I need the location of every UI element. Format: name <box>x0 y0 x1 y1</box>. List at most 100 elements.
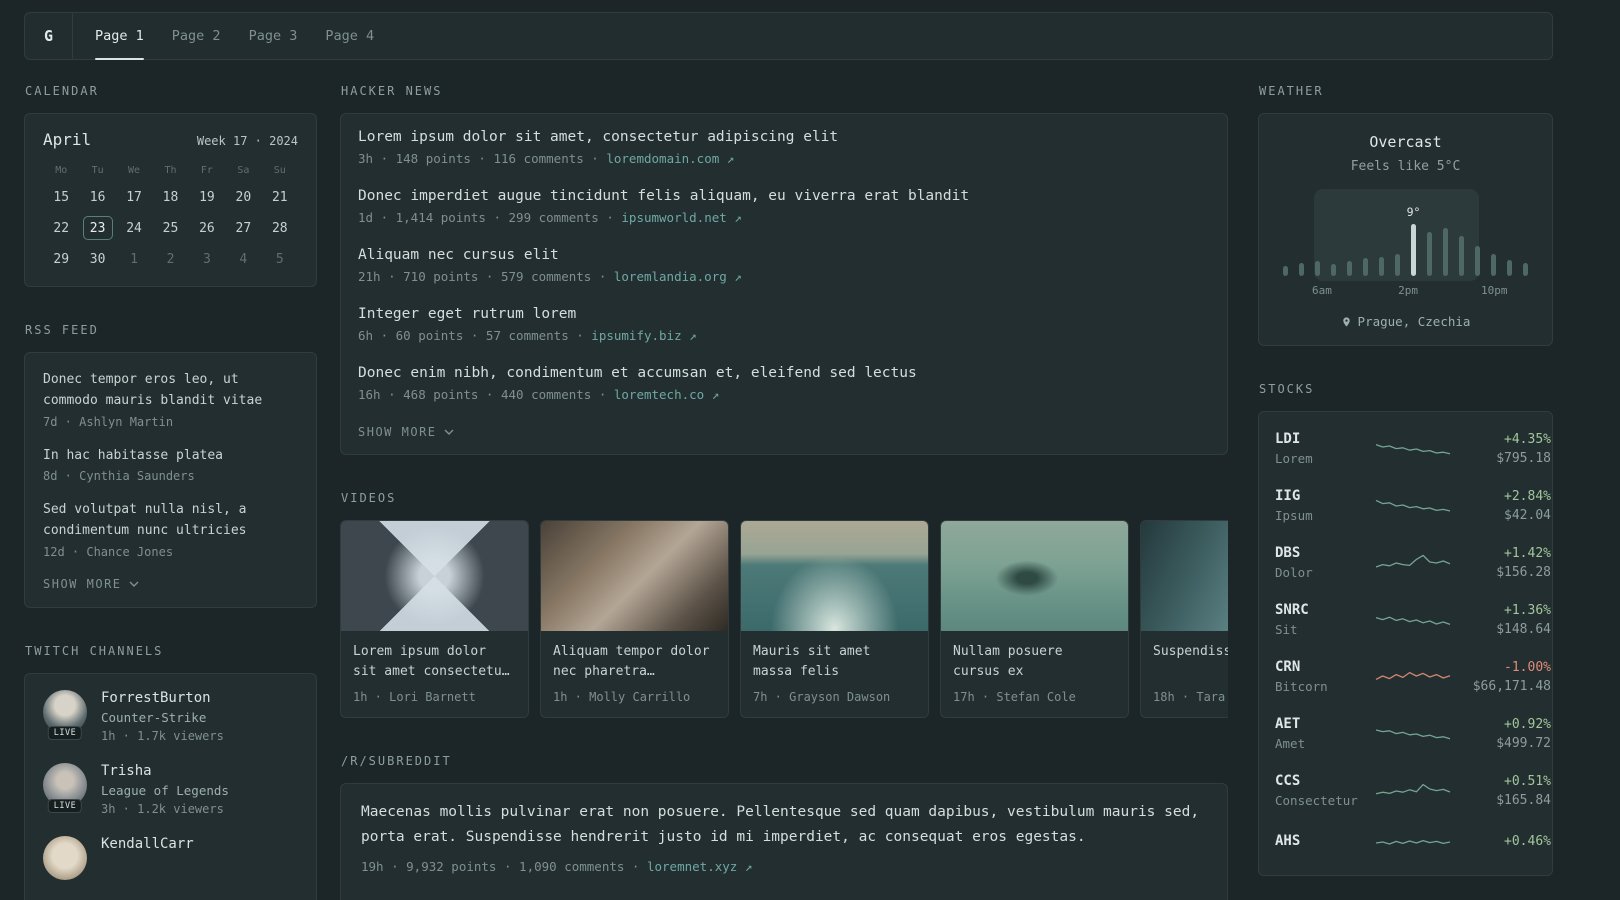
channel-info: Trisha League of Legends 3h · 1.2k viewers <box>101 763 229 816</box>
tab-page-3[interactable]: Page 3 <box>249 13 298 59</box>
stock-symbol[interactable]: AHS <box>1275 833 1375 849</box>
calendar-day[interactable]: 27 <box>228 216 258 240</box>
stock-symbol[interactable]: LDI <box>1275 431 1375 447</box>
calendar-day[interactable]: 1 <box>119 247 149 271</box>
twitch-channel[interactable]: LIVE Trisha League of Legends 3h · 1.2k vie… <box>43 762 298 816</box>
stock-symbol[interactable]: IIG <box>1275 488 1375 504</box>
tab-page-2[interactable]: Page 2 <box>172 13 221 59</box>
calendar-day[interactable]: 21 <box>265 185 295 209</box>
video-thumbnail[interactable] <box>541 521 728 631</box>
calendar-day[interactable]: 30 <box>83 247 113 271</box>
calendar-day[interactable]: 28 <box>265 216 295 240</box>
stock-row[interactable]: IIG Ipsum +2.84% $42.04 <box>1275 477 1551 534</box>
post-domain-link[interactable]: loremlandia.org ↗ <box>614 269 742 284</box>
weather-bar-column <box>1293 263 1309 276</box>
channel-name[interactable]: Trisha <box>101 763 229 779</box>
post-title[interactable]: Maecenas mollis pulvinar erat non posuer… <box>361 800 1207 851</box>
calendar-weekdays: Mo Tu We Th Fr Sa Su <box>43 165 298 176</box>
video-body: Nullam posuere cursus ex 17h · Stefan Col… <box>941 631 1128 717</box>
calendar-day[interactable]: 29 <box>46 247 76 271</box>
rss-item-title[interactable]: Sed volutpat nulla nisl, a condimentum n… <box>43 500 298 542</box>
calendar-day[interactable]: 5 <box>265 247 295 271</box>
stock-row[interactable]: CRN Bitcorn -1.00% $66,171.48 <box>1275 648 1551 705</box>
stock-row[interactable]: AHS +0.46% <box>1275 819 1551 867</box>
weather-bar-column <box>1486 254 1502 276</box>
calendar-day[interactable]: 3 <box>192 247 222 271</box>
calendar-day[interactable]: 19 <box>192 185 222 209</box>
calendar-month: April <box>43 130 92 149</box>
rss-item[interactable]: Donec tempor eros leo, ut commodo mauris… <box>43 370 298 429</box>
twitch-channel[interactable]: KendallCarr <box>43 835 298 880</box>
post-domain-link[interactable]: loremnet.xyz ↗ <box>647 859 752 874</box>
channel-name[interactable]: KendallCarr <box>101 836 194 852</box>
post-title[interactable]: Integer eget rutrum lorem <box>358 306 1210 322</box>
rss-item-title[interactable]: In hac habitasse platea <box>43 446 298 467</box>
video-title[interactable]: Nullam posuere cursus ex <box>953 642 1116 683</box>
video-thumbnail[interactable] <box>1141 521 1228 631</box>
video-card[interactable]: Aliquam tempor dolor nec pharetra… 1h · M… <box>540 520 729 718</box>
video-card[interactable]: Mauris sit amet massa felis 7h · Grayson … <box>740 520 929 718</box>
twitch-channel[interactable]: LIVE ForrestBurton Counter-Strike 1h · 1.7k… <box>43 689 298 743</box>
rss-show-more-button[interactable]: SHOW MORE <box>43 577 139 591</box>
calendar-day[interactable]: 20 <box>228 185 258 209</box>
stock-symbol[interactable]: DBS <box>1275 545 1375 561</box>
app-logo[interactable]: G <box>25 13 73 59</box>
stock-row[interactable]: CCS Consectetur +0.51% $165.84 <box>1275 762 1551 819</box>
calendar-day[interactable]: 16 <box>83 185 113 209</box>
hackernews-show-more-button[interactable]: SHOW MORE <box>358 425 454 439</box>
calendar-section: CALENDAR April Week 17 · 2024 Mo Tu We Th Fr… <box>24 84 317 287</box>
video-body: Lorem ipsum dolor sit amet consectetu… 1h… <box>341 631 528 717</box>
calendar-days: 15 16 17 18 19 20 21 22 23 24 25 26 27 28 29 30 1 2 3 4 5 <box>43 185 298 271</box>
calendar-day[interactable]: 18 <box>155 185 185 209</box>
video-title[interactable]: Suspendisse diam <box>1153 642 1228 683</box>
rss-item-title[interactable]: Donec tempor eros leo, ut commodo mauris… <box>43 370 298 412</box>
post-title[interactable]: Donec imperdiet augue tincidunt felis al… <box>358 188 1210 204</box>
calendar-day[interactable]: 4 <box>228 247 258 271</box>
video-title[interactable]: Lorem ipsum dolor sit amet consectetu… <box>353 642 516 683</box>
weather-location[interactable]: Prague, Czechia <box>1275 314 1536 329</box>
stock-symbol[interactable]: CCS <box>1275 773 1375 789</box>
post-domain-link[interactable]: ipsumworld.net ↗ <box>621 210 741 225</box>
video-thumbnail[interactable] <box>941 521 1128 631</box>
post-title[interactable]: Lorem ipsum dolor sit amet, consectetur … <box>358 129 1210 145</box>
stock-row[interactable]: DBS Dolor +1.42% $156.28 <box>1275 534 1551 591</box>
stock-row[interactable]: LDI Lorem +4.35% $795.18 <box>1275 420 1551 477</box>
video-thumbnail[interactable] <box>741 521 928 631</box>
post-domain-link[interactable]: loremtech.co ↗ <box>614 387 719 402</box>
calendar-day[interactable]: 23 <box>82 216 113 240</box>
post-domain-link[interactable]: loremdomain.com ↗ <box>606 151 734 166</box>
stock-row[interactable]: SNRC Sit +1.36% $148.64 <box>1275 591 1551 648</box>
calendar-day[interactable]: 15 <box>46 185 76 209</box>
calendar-day[interactable]: 26 <box>192 216 222 240</box>
twitch-section-title: TWITCH CHANNELS <box>25 643 164 658</box>
video-thumbnail[interactable] <box>341 521 528 631</box>
calendar-day[interactable]: 17 <box>119 185 149 209</box>
post-title[interactable]: Aliquam nec cursus elit <box>358 247 1210 263</box>
calendar-day[interactable]: 22 <box>46 216 76 240</box>
rss-item[interactable]: Sed volutpat nulla nisl, a condimentum n… <box>43 500 298 559</box>
calendar-day[interactable]: 24 <box>119 216 149 240</box>
calendar-day[interactable]: 2 <box>155 247 185 271</box>
weather-condition: Overcast <box>1369 133 1442 151</box>
video-card[interactable]: Suspendisse diam 18h · Tara <box>1140 520 1228 718</box>
channel-category[interactable]: League of Legends <box>101 783 229 798</box>
video-title[interactable]: Mauris sit amet massa felis <box>753 642 916 683</box>
post-domain-link[interactable]: ipsumify.biz ↗ <box>591 328 696 343</box>
video-card[interactable]: Nullam posuere cursus ex 17h · Stefan Col… <box>940 520 1129 718</box>
rss-item[interactable]: In hac habitasse platea 8d · Cynthia Saun… <box>43 446 298 484</box>
video-title[interactable]: Aliquam tempor dolor nec pharetra… <box>553 642 716 683</box>
channel-name[interactable]: ForrestBurton <box>101 690 224 706</box>
weather-bar <box>1362 258 1368 276</box>
stock-symbol[interactable]: AET <box>1275 716 1375 732</box>
calendar-day[interactable]: 25 <box>155 216 185 240</box>
stock-symbol[interactable]: CRN <box>1275 659 1375 675</box>
post-title[interactable]: Donec enim nibh, condimentum et accumsan… <box>358 365 1210 381</box>
channel-category[interactable]: Counter-Strike <box>101 710 224 725</box>
video-card[interactable]: Lorem ipsum dolor sit amet consectetu… 1h… <box>340 520 529 718</box>
weather-bar <box>1443 228 1449 276</box>
stock-symbol[interactable]: SNRC <box>1275 602 1375 618</box>
tab-page-1[interactable]: Page 1 <box>95 13 144 60</box>
stock-values: -1.00% $66,171.48 <box>1451 660 1551 694</box>
tab-page-4[interactable]: Page 4 <box>325 13 374 59</box>
stock-row[interactable]: AET Amet +0.92% $499.72 <box>1275 705 1551 762</box>
